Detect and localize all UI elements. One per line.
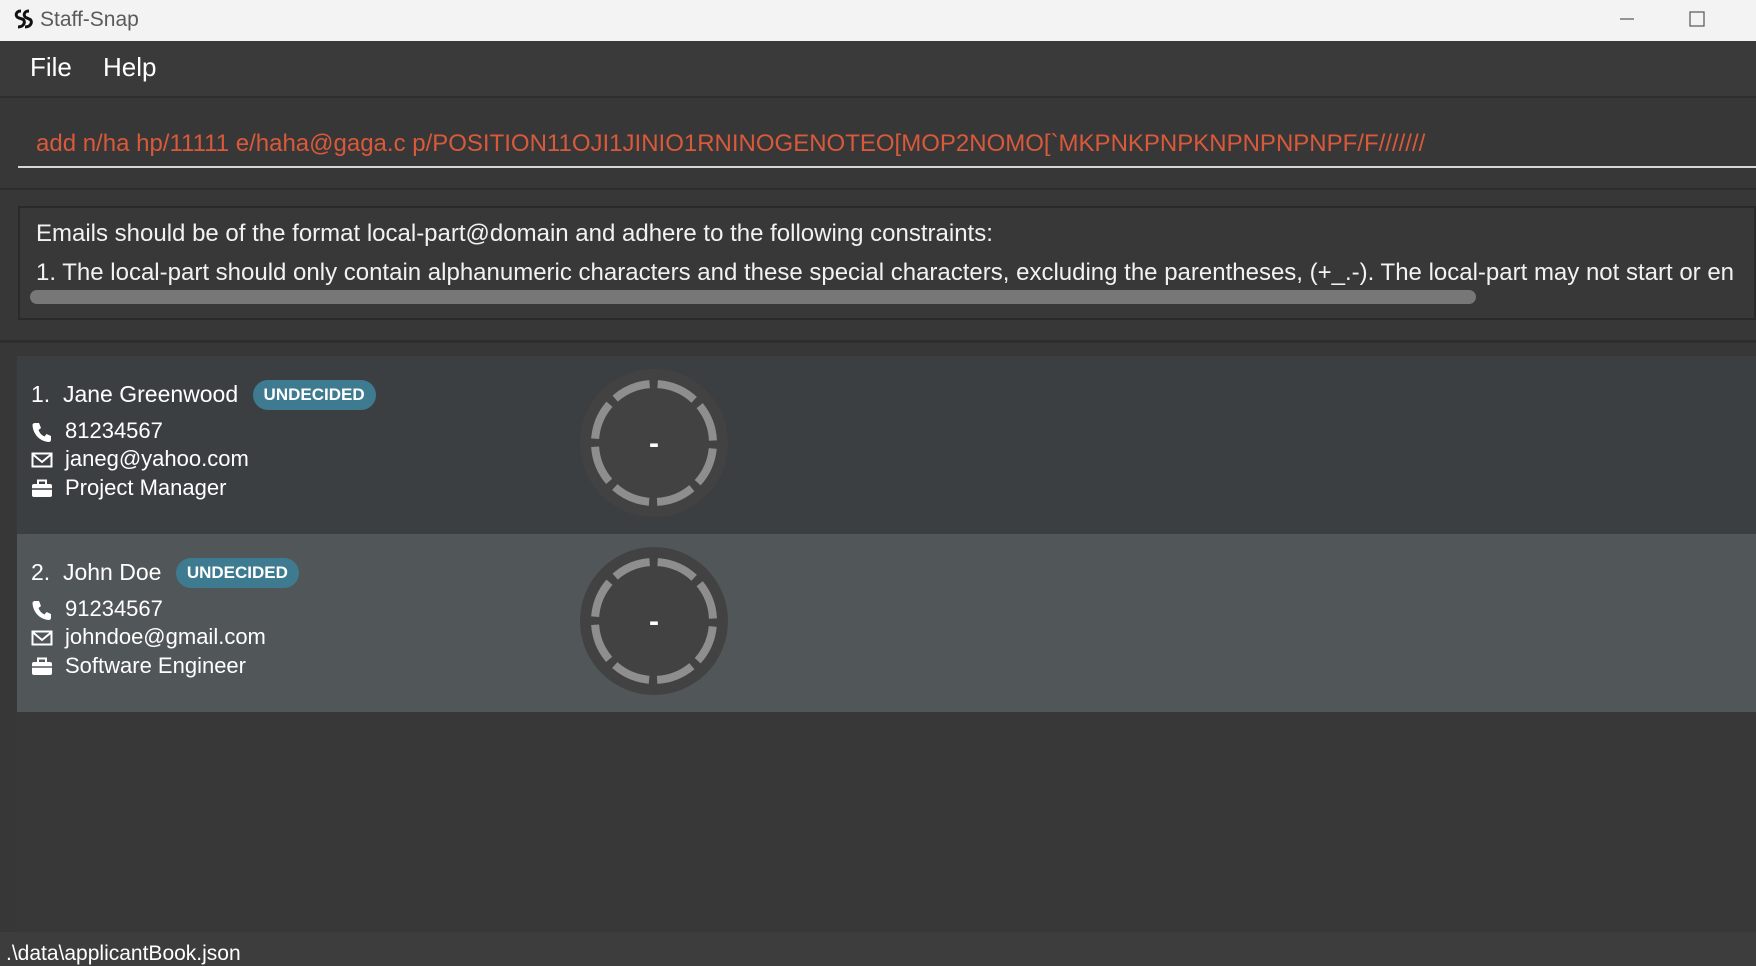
applicant-index: 2. xyxy=(31,559,51,585)
email-icon xyxy=(31,452,53,468)
phone-icon xyxy=(32,423,51,442)
email-icon xyxy=(31,630,53,646)
applicant-name-row: 2. John Doe UNDECIDED xyxy=(31,558,299,588)
email-address: johndoe@gmail.com xyxy=(65,624,266,649)
applicant-index: 1. xyxy=(31,381,51,407)
horizontal-scrollbar[interactable] xyxy=(30,290,1476,304)
position-title: Project Manager xyxy=(65,475,227,500)
rating-value: - xyxy=(649,427,659,460)
briefcase-icon xyxy=(32,657,52,675)
result-display: Emails should be of the format local-par… xyxy=(18,206,1756,320)
applicant-name: Jane Greenwood xyxy=(62,381,239,407)
rating-ring: - xyxy=(580,547,728,695)
briefcase-icon xyxy=(32,479,52,497)
applicant-list: 1. Jane Greenwood UNDECIDED 81234567 jan… xyxy=(17,356,1756,932)
applicant-card[interactable]: 1. Jane Greenwood UNDECIDED 81234567 jan… xyxy=(17,356,1756,534)
status-badge: UNDECIDED xyxy=(175,558,299,588)
menu-file[interactable]: File xyxy=(30,52,72,83)
staff-snap-logo-icon xyxy=(14,9,33,29)
status-bar: .\data\applicantBook.json xyxy=(0,932,1756,966)
minimize-button[interactable] xyxy=(1596,0,1656,41)
save-file-path: .\data\applicantBook.json xyxy=(6,942,241,965)
phone-number: 91234567 xyxy=(65,596,163,621)
result-message-line-2: 1. The local-part should only contain al… xyxy=(36,259,1735,286)
command-box: add n/ha hp/11111 e/haha@gaga.c p/POSITI… xyxy=(0,98,1756,186)
applicant-name-row: 1. Jane Greenwood UNDECIDED xyxy=(31,380,376,410)
title-bar: Staff-Snap xyxy=(0,0,1756,41)
menu-help[interactable]: Help xyxy=(103,52,156,83)
position-title: Software Engineer xyxy=(65,653,246,678)
maximize-icon xyxy=(1689,11,1705,27)
email-address: janeg@yahoo.com xyxy=(65,446,249,471)
result-message-line-1: Emails should be of the format local-par… xyxy=(36,220,993,247)
maximize-button[interactable] xyxy=(1666,0,1726,41)
phone-icon xyxy=(32,601,51,620)
status-badge: UNDECIDED xyxy=(252,380,376,410)
rating-value: - xyxy=(649,605,659,638)
menu-bar: File Help xyxy=(0,41,1756,98)
rating-ring: - xyxy=(580,369,728,517)
result-display-panel: Emails should be of the format local-par… xyxy=(0,188,1756,343)
command-input[interactable]: add n/ha hp/11111 e/haha@gaga.c p/POSITI… xyxy=(18,120,1756,168)
phone-number: 81234567 xyxy=(65,418,163,443)
applicant-card[interactable]: 2. John Doe UNDECIDED 91234567 johndoe@g… xyxy=(17,534,1756,712)
applicant-name: John Doe xyxy=(62,559,162,585)
window-title: Staff-Snap xyxy=(40,8,139,31)
minimize-icon xyxy=(1620,18,1634,20)
